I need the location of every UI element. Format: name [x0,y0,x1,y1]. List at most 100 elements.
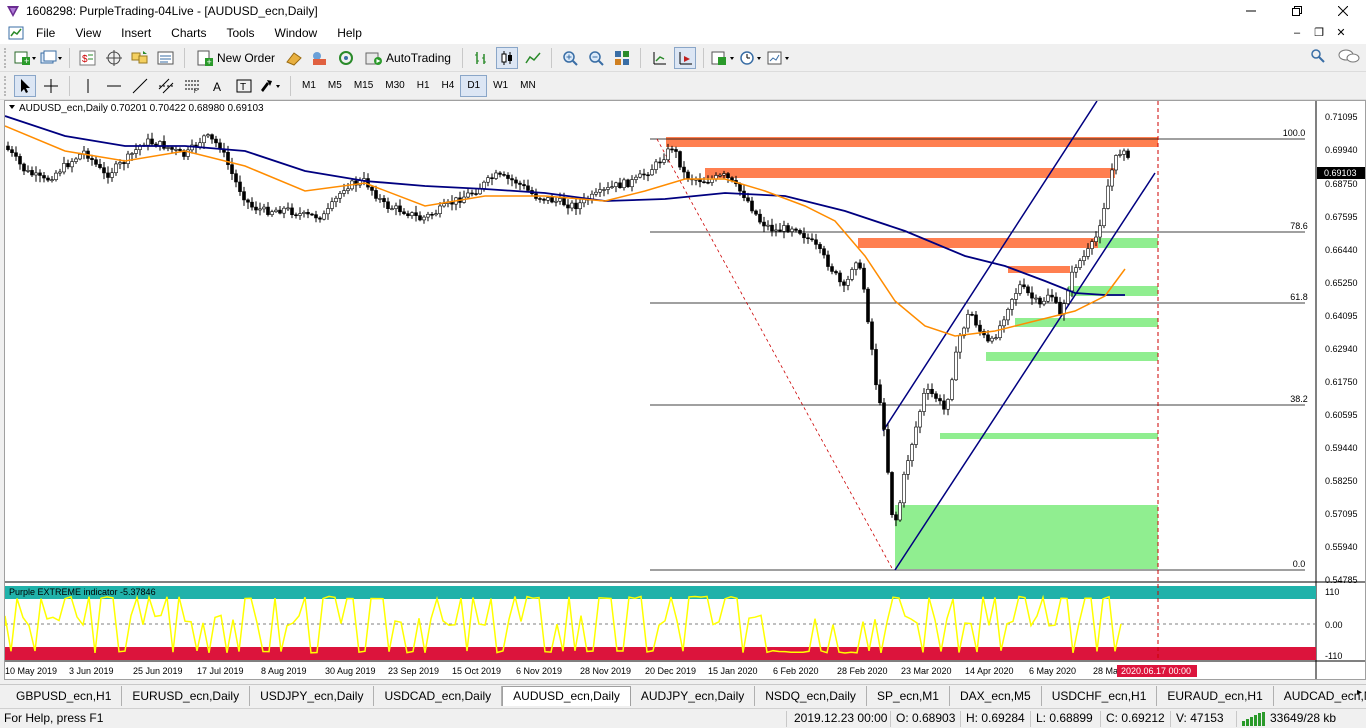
chart-shift-button[interactable] [673,46,696,69]
date-tick: 15 Jan 2020 [708,666,758,676]
support-zone [1015,318,1158,327]
tab-usdchf-h1[interactable]: USDCHF_ecn,H1 [1042,685,1158,706]
candle-body [726,173,730,179]
equidistant-channel-button[interactable] [155,75,177,97]
indicators-button[interactable] [711,47,735,69]
price-chart[interactable]: 100.0 78.6 61.8 38.2 0.0 AUDUSD_ecn,Dail… [5,101,1365,679]
tab-usdjpy-daily[interactable]: USDJPY_ecn,Daily [250,685,375,706]
candle-body [994,337,998,339]
menu-charts[interactable]: Charts [161,22,216,44]
candle-body [1046,294,1050,302]
timeframe-h4[interactable]: H4 [436,75,461,97]
chart-shift-icon [679,51,692,64]
menu-help[interactable]: Help [327,22,372,44]
tab-gbpusd-h1[interactable]: GBPUSD_ecn,H1 [6,685,123,706]
toolbar-grip[interactable] [4,75,8,96]
price-tick: 0.54785 [1325,575,1358,585]
candlestick-button[interactable] [495,46,518,69]
templates-button[interactable] [767,47,791,69]
candle-body [854,262,858,270]
candle-body [74,158,78,162]
new-chart-button[interactable]: + [14,47,36,69]
candle-body [210,134,214,140]
menu-tools[interactable]: Tools [217,22,265,44]
periodicity-button[interactable] [739,47,763,69]
menu-view[interactable]: View [65,22,111,44]
tab-dax-m5[interactable]: DAX_ecn,M5 [950,685,1042,706]
zoom-in-button[interactable] [559,47,581,69]
chart-window-icon[interactable] [8,25,24,41]
candle-body [942,400,946,410]
maximize-button[interactable] [1274,0,1320,22]
timeframe-m1[interactable]: M1 [296,75,322,97]
tab-sp-m1[interactable]: SP_ecn,M1 [867,685,950,706]
zoom-out-button[interactable] [585,47,607,69]
toolbar-grip[interactable] [4,47,8,68]
text-label-button[interactable]: T [233,75,255,97]
auto-scroll-button[interactable] [648,47,670,69]
tab-nsdq-daily[interactable]: NSDQ_ecn,Daily [755,685,867,706]
timeframe-d1[interactable]: D1 [460,74,488,97]
menu-window[interactable]: Window [265,22,328,44]
market-watch-button[interactable]: $ [77,47,99,69]
timeframe-w1[interactable]: W1 [487,75,514,97]
trendline-button[interactable] [129,75,151,97]
new-order-button[interactable]: + New Order [192,47,279,69]
metaeditor-button[interactable] [283,47,305,69]
timeframe-m5[interactable]: M5 [322,75,348,97]
candle-body [970,314,974,316]
cursor-button[interactable] [14,74,36,97]
close-button[interactable] [1320,0,1366,22]
menu-insert[interactable]: Insert [111,22,161,44]
data-window-button[interactable] [103,47,125,69]
candle-body [558,198,562,202]
menu-file[interactable]: File [26,22,65,44]
timeframe-mn[interactable]: MN [514,75,542,97]
tab-euraud-h1[interactable]: EURAUD_ecn,H1 [1157,685,1274,706]
search-icon [1311,49,1325,63]
arrows-button[interactable] [259,75,283,97]
candle-body [606,187,610,190]
mdi-restore-button[interactable]: ❐ [1308,22,1330,44]
crosshair-button[interactable] [40,75,62,97]
bar-chart-button[interactable] [470,47,492,69]
chart-window[interactable]: 100.0 78.6 61.8 38.2 0.0 AUDUSD_ecn,Dail… [4,100,1366,680]
tab-audcad-m30[interactable]: AUDCAD_ecn,M30 [1274,686,1366,706]
horizontal-line-button[interactable] [103,75,125,97]
autotrading-button[interactable]: AutoTrading [361,47,455,69]
candle-body [150,138,154,145]
candle-body [494,172,498,179]
chart-collapse-icon[interactable] [9,105,15,109]
mdi-close-button[interactable]: ✕ [1330,22,1352,44]
tile-windows-button[interactable] [611,47,633,69]
support-zone [940,433,1158,439]
candle-body [1054,296,1058,303]
line-chart-button[interactable] [522,47,544,69]
chat-button[interactable] [1338,48,1360,67]
candle-body [346,188,350,191]
tabs-scroll-right-icon[interactable]: ▸ [1357,687,1362,698]
tab-audjpy-daily[interactable]: AUDJPY_ecn,Daily [631,685,756,706]
candle-body [426,213,430,218]
timeframe-m30[interactable]: M30 [379,75,410,97]
search-button[interactable] [1310,48,1326,67]
fibonacci-button[interactable]: F [181,75,203,97]
candle-body [302,212,306,214]
horizontal-line-icon [107,85,121,86]
text-button[interactable]: A [207,75,229,97]
tab-usdcad-daily[interactable]: USDCAD_ecn,Daily [374,685,503,706]
terminal-button[interactable] [155,47,177,69]
mdi-minimize-button[interactable]: – [1286,22,1308,44]
tab-eurusd-daily[interactable]: EURUSD_ecn,Daily [122,685,251,706]
tab-audusd-daily[interactable]: AUDUSD_ecn,Daily [502,685,631,706]
market-button[interactable] [309,47,331,69]
timeframe-m15[interactable]: M15 [348,75,379,97]
timeframe-h1[interactable]: H1 [411,75,436,97]
minimize-button[interactable] [1228,0,1274,22]
profiles-button[interactable] [40,47,62,69]
candle-body [106,172,110,178]
vertical-line-button[interactable] [77,75,99,97]
date-tick: 10 May 2019 [5,666,57,676]
signals-button[interactable] [335,47,357,69]
navigator-button[interactable] [129,47,151,69]
